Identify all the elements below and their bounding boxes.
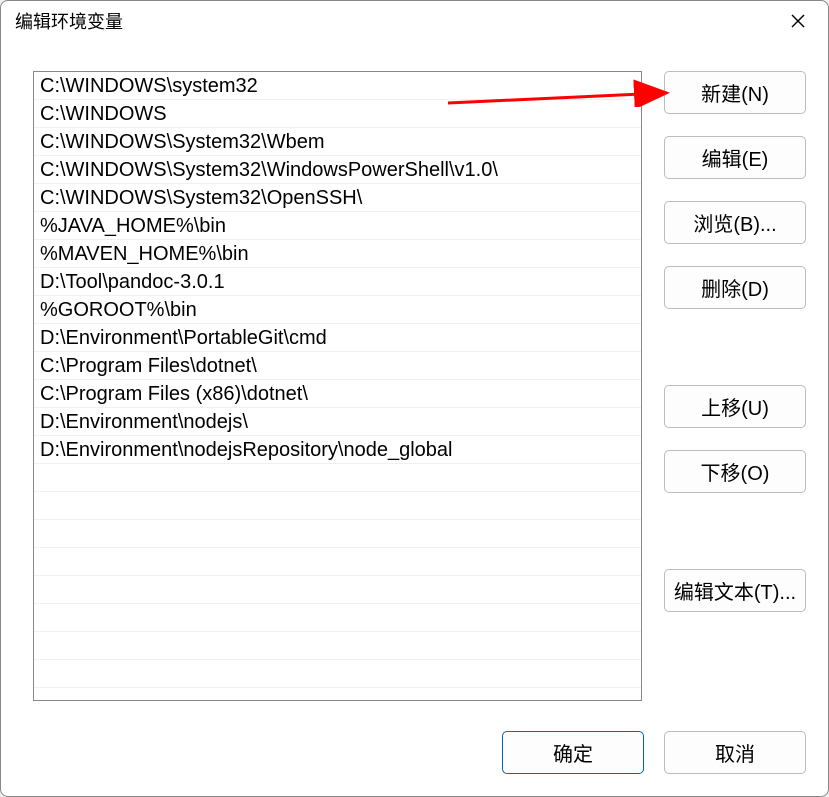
list-item[interactable] [34,492,641,520]
path-listbox[interactable]: C:\WINDOWS\system32C:\WINDOWSC:\WINDOWS\… [33,71,642,701]
ok-button[interactable]: 确定 [502,731,644,774]
dialog-footer: 确定 取消 [1,721,828,796]
delete-button[interactable]: 删除(D) [664,266,806,309]
list-item[interactable] [34,632,641,660]
browse-button[interactable]: 浏览(B)... [664,201,806,244]
list-item[interactable] [34,548,641,576]
list-item[interactable]: C:\WINDOWS\System32\WindowsPowerShell\v1… [34,156,641,184]
list-item[interactable]: C:\WINDOWS [34,100,641,128]
list-item[interactable]: D:\Environment\nodejs\ [34,408,641,436]
list-item[interactable]: C:\WINDOWS\System32\Wbem [34,128,641,156]
list-item[interactable]: %GOROOT%\bin [34,296,641,324]
list-item[interactable] [34,604,641,632]
titlebar: 编辑环境变量 [1,1,828,41]
list-item[interactable]: D:\Environment\PortableGit\cmd [34,324,641,352]
moveup-button[interactable]: 上移(U) [664,385,806,428]
close-icon[interactable] [782,5,814,37]
list-item[interactable] [34,660,641,688]
list-item[interactable]: C:\WINDOWS\System32\OpenSSH\ [34,184,641,212]
list-item[interactable]: C:\Program Files\dotnet\ [34,352,641,380]
list-item[interactable]: D:\Environment\nodejsRepository\node_glo… [34,436,641,464]
list-item[interactable]: %JAVA_HOME%\bin [34,212,641,240]
list-item[interactable] [34,576,641,604]
list-item[interactable]: C:\WINDOWS\system32 [34,72,641,100]
list-item[interactable]: C:\Program Files (x86)\dotnet\ [34,380,641,408]
dialog-title: 编辑环境变量 [15,8,123,34]
list-item[interactable] [34,464,641,492]
edit-button[interactable]: 编辑(E) [664,136,806,179]
side-buttons: 新建(N) 编辑(E) 浏览(B)... 删除(D) 上移(U) 下移(O) 编… [664,71,806,711]
edit-env-var-dialog: 编辑环境变量 C:\WINDOWS\system32C:\WINDOWSC:\W… [0,0,829,797]
list-item[interactable]: D:\Tool\pandoc-3.0.1 [34,268,641,296]
edittext-button[interactable]: 编辑文本(T)... [664,569,806,612]
list-item[interactable]: %MAVEN_HOME%\bin [34,240,641,268]
list-item[interactable] [34,520,641,548]
dialog-content: C:\WINDOWS\system32C:\WINDOWSC:\WINDOWS\… [1,41,828,721]
movedown-button[interactable]: 下移(O) [664,450,806,493]
new-button[interactable]: 新建(N) [664,71,806,114]
cancel-button[interactable]: 取消 [664,731,806,774]
